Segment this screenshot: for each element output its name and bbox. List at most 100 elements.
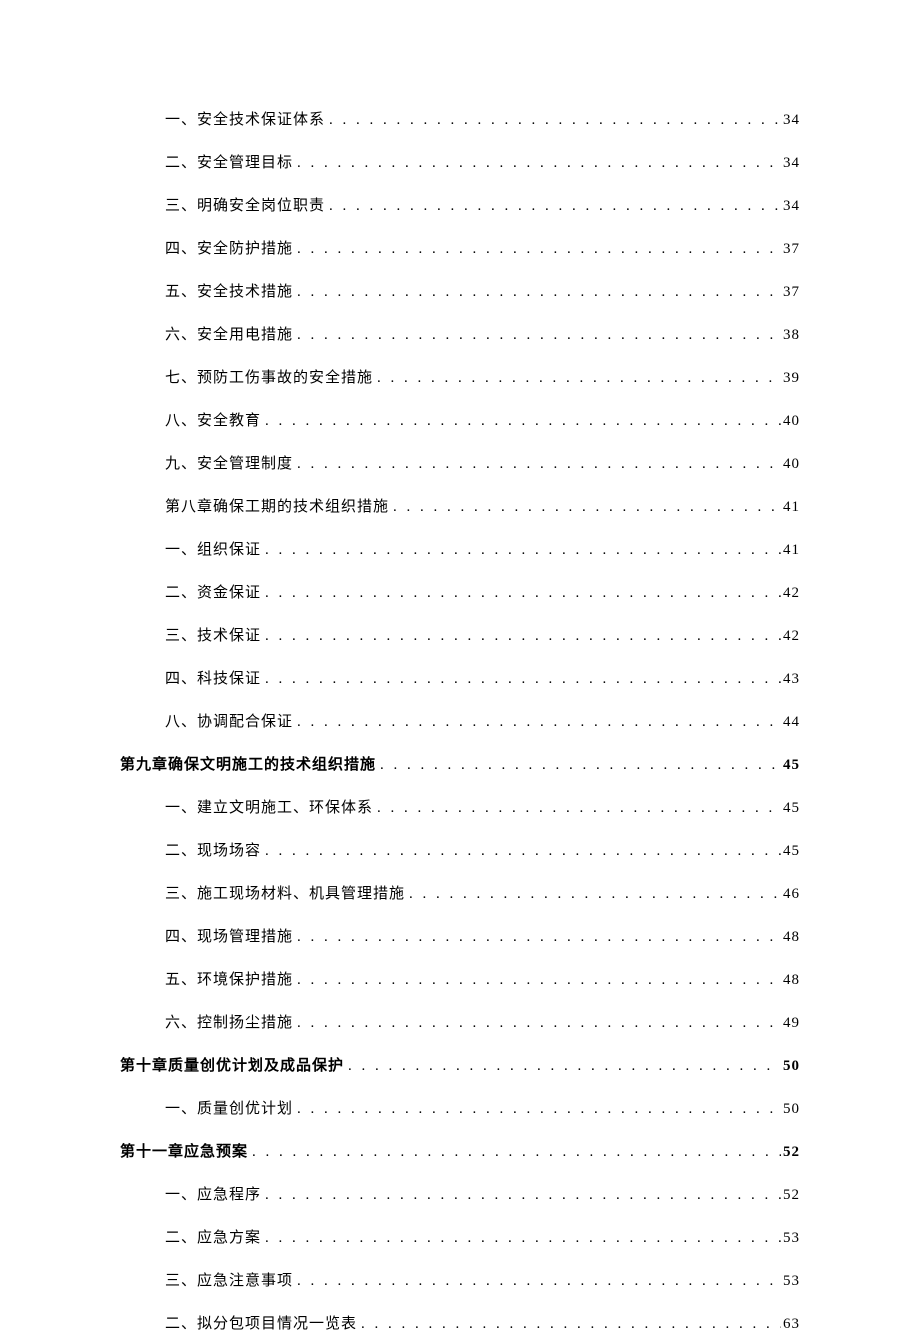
toc-entry-page: 49	[781, 1013, 800, 1034]
toc-leader-dots	[376, 755, 781, 776]
toc-leader-dots	[293, 712, 781, 733]
toc-entry-label: 二、应急方案	[165, 1228, 261, 1249]
toc-entry-page: 44	[781, 712, 800, 733]
toc-entry: 一、建立文明施工、环保体系45	[120, 798, 800, 819]
toc-entry-label: 六、控制扬尘措施	[165, 1013, 293, 1034]
toc-entry: 九、安全管理制度 40	[120, 454, 800, 475]
toc-entry-page: 41	[781, 540, 800, 561]
toc-entry-label: 一、质量创优计划	[165, 1099, 293, 1120]
toc-entry-label: 三、技术保证	[165, 626, 261, 647]
toc-entry-label: 第十章质量创优计划及成品保护	[120, 1056, 344, 1077]
toc-entry: 二、安全管理目标 34	[120, 153, 800, 174]
toc-entry-page: 42	[781, 626, 800, 647]
toc-entry: 四、现场管理措施 48	[120, 927, 800, 948]
toc-entry: 三、应急注意事项 53	[120, 1271, 800, 1292]
toc-entry-page: 48	[781, 970, 800, 991]
toc-leader-dots	[293, 325, 781, 346]
toc-entry-label: 一、安全技术保证体系	[165, 110, 325, 131]
toc-entry-page: 63	[781, 1314, 800, 1335]
toc-leader-dots	[293, 153, 781, 174]
toc-leader-dots	[389, 497, 781, 518]
toc-entry-page: 40	[781, 411, 800, 432]
toc-entry-page: 38	[781, 325, 800, 346]
toc-entry-page: 48	[781, 927, 800, 948]
toc-entry-page: 45	[781, 841, 800, 862]
toc-entry-label: 三、明确安全岗位职责	[165, 196, 325, 217]
toc-entry: 二、资金保证42	[120, 583, 800, 604]
toc-entry: 二、应急方案 53	[120, 1228, 800, 1249]
toc-leader-dots	[293, 927, 781, 948]
toc-entry: 第十一章应急预案52	[120, 1142, 800, 1163]
toc-leader-dots	[293, 239, 781, 260]
toc-entry: 六、控制扬尘措施 49	[120, 1013, 800, 1034]
toc-leader-dots	[293, 1099, 781, 1120]
toc-entry-page: 37	[781, 239, 800, 260]
toc-leader-dots	[325, 196, 781, 217]
toc-entry-page: 53	[781, 1228, 800, 1249]
toc-entry: 二、现场场容45	[120, 841, 800, 862]
toc-entry-label: 八、安全教育	[165, 411, 261, 432]
toc-entry-label: 九、安全管理制度	[165, 454, 293, 475]
toc-entry-page: 37	[781, 282, 800, 303]
toc-entry: 一、质量创优计划 50	[120, 1099, 800, 1120]
toc-entry-page: 53	[781, 1271, 800, 1292]
toc-entry-label: 四、安全防护措施	[165, 239, 293, 260]
toc-entry: 第十章质量创优计划及成品保护 50	[120, 1056, 800, 1077]
toc-entry-label: 三、施工现场材料、机具管理措施	[165, 884, 405, 905]
toc-entry-label: 三、应急注意事项	[165, 1271, 293, 1292]
toc-entry-label: 八、协调配合保证	[165, 712, 293, 733]
toc-entry-page: 34	[781, 153, 800, 174]
toc-entry-label: 四、科技保证	[165, 669, 261, 690]
toc-entry-page: 40	[781, 454, 800, 475]
toc-leader-dots	[293, 1013, 781, 1034]
toc-entry: 四、科技保证 43	[120, 669, 800, 690]
toc-entry-page: 42	[781, 583, 800, 604]
toc-leader-dots	[293, 454, 781, 475]
toc-entry-label: 一、组织保证	[165, 540, 261, 561]
toc-entry-page: 50	[781, 1056, 800, 1077]
toc-entry: 三、明确安全岗位职责34	[120, 196, 800, 217]
toc-entry-page: 50	[781, 1099, 800, 1120]
toc-entry: 八、安全教育 40	[120, 411, 800, 432]
toc-entry-label: 五、环境保护措施	[165, 970, 293, 991]
toc-entry: 三、技术保证 42	[120, 626, 800, 647]
toc-leader-dots	[261, 1185, 781, 1206]
toc-entry: 五、安全技术措施 37	[120, 282, 800, 303]
toc-entry: 第八章确保工期的技术组织措施41	[120, 497, 800, 518]
toc-leader-dots	[293, 282, 781, 303]
toc-entry: 第九章确保文明施工的技术组织措施 45	[120, 755, 800, 776]
toc-entry: 五、环境保护措施 48	[120, 970, 800, 991]
toc-entry-page: 34	[781, 110, 800, 131]
toc-leader-dots	[261, 841, 781, 862]
toc-entry-page: 45	[781, 798, 800, 819]
toc-leader-dots	[261, 1228, 781, 1249]
toc-entry-page: 46	[781, 884, 800, 905]
toc-entry: 一、安全技术保证体系 34	[120, 110, 800, 131]
toc-entry-label: 七、预防工伤事故的安全措施	[165, 368, 373, 389]
toc-leader-dots	[261, 583, 781, 604]
toc-entry-label: 四、现场管理措施	[165, 927, 293, 948]
table-of-contents: 一、安全技术保证体系 34 二、安全管理目标 34 三、明确安全岗位职责34 四、安全防护…	[120, 110, 800, 1335]
toc-entry-label: 五、安全技术措施	[165, 282, 293, 303]
toc-entry: 一、组织保证 41	[120, 540, 800, 561]
toc-entry-label: 第九章确保文明施工的技术组织措施	[120, 755, 376, 776]
toc-entry-page: 43	[781, 669, 800, 690]
toc-leader-dots	[261, 669, 781, 690]
toc-leader-dots	[261, 626, 781, 647]
toc-entry-label: 第十一章应急预案	[120, 1142, 248, 1163]
toc-entry-label: 二、安全管理目标	[165, 153, 293, 174]
toc-leader-dots	[293, 970, 781, 991]
toc-leader-dots	[325, 110, 781, 131]
toc-leader-dots	[373, 798, 781, 819]
toc-entry-page: 39	[781, 368, 800, 389]
toc-entry: 七、预防工伤事故的安全措施 39	[120, 368, 800, 389]
toc-entry: 一、应急程序52	[120, 1185, 800, 1206]
toc-leader-dots	[344, 1056, 781, 1077]
toc-entry: 三、施工现场材料、机具管理措施 46	[120, 884, 800, 905]
toc-entry: 二、拟分包项目情况一览表 63	[120, 1314, 800, 1335]
toc-entry-label: 六、安全用电措施	[165, 325, 293, 346]
toc-entry-page: 45	[781, 755, 800, 776]
toc-entry-label: 二、拟分包项目情况一览表	[165, 1314, 357, 1335]
toc-entry: 八、协调配合保证 44	[120, 712, 800, 733]
toc-leader-dots	[261, 540, 781, 561]
